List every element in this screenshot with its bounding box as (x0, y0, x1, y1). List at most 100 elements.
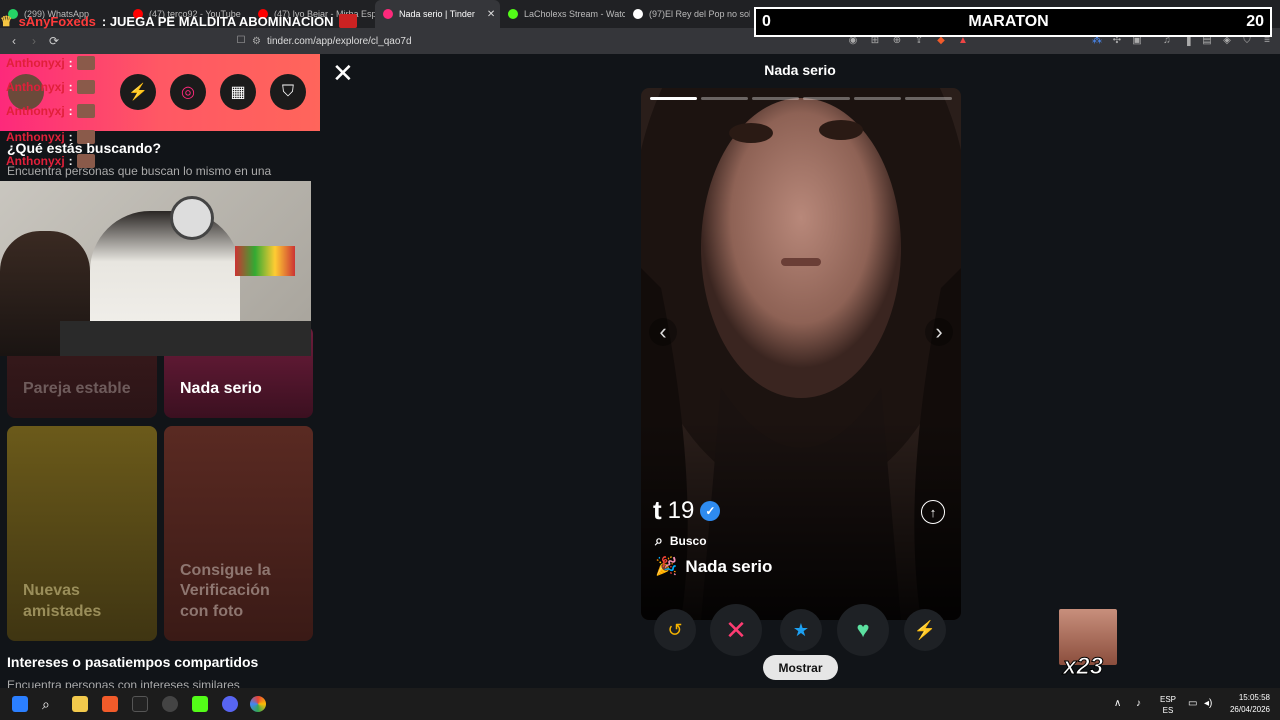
browser-tab[interactable]: (97)El Rey del Pop no solo (625, 0, 750, 28)
interests-subtitle: Encuentra personas con intereses similar… (7, 678, 240, 688)
profile-age: 19 (667, 496, 695, 524)
scoreboard-title: MARATON (968, 13, 1049, 30)
screen: (299) WhatsApp (47) terco92 - YouTube (47)… (0, 0, 1280, 720)
profile-name-line: t 19 ✓ (653, 495, 721, 526)
network-icon[interactable]: ▭ (1188, 696, 1204, 712)
brave-icon[interactable] (102, 696, 118, 712)
card-verificacion[interactable]: Consigue la Verificación con foto (164, 426, 313, 641)
chat-alert-user: sAnyFoxeds (18, 13, 96, 29)
webcam-toys (235, 246, 295, 276)
language-indicator[interactable]: ESP ES (1160, 694, 1176, 716)
browser-tab[interactable]: LaCholexs Stream - Watch (500, 0, 625, 28)
browser-tab[interactable]: Nada serio | Tinder ✕ (375, 0, 500, 28)
heart-icon: ♥ (856, 617, 870, 642)
chat-separator: : (68, 80, 73, 94)
discord-icon[interactable] (222, 696, 238, 712)
chevron-left-icon: ‹ (659, 319, 667, 344)
terminal-icon[interactable] (132, 696, 148, 712)
search-icon[interactable]: ⌕ (42, 696, 58, 712)
reload-icon[interactable]: ⟳ (44, 34, 64, 48)
tab-favicon-icon (508, 9, 518, 19)
super-like-button[interactable]: ★ (780, 609, 822, 651)
windows-start-icon[interactable] (12, 696, 28, 712)
like-button[interactable]: ♥ (837, 604, 889, 656)
emote-icon (76, 80, 95, 94)
safety-button[interactable]: ⛉ (270, 74, 306, 110)
photo-progress-segment[interactable] (854, 97, 901, 100)
marathon-scoreboard: 0 MARATON 20 (754, 7, 1272, 37)
chrome-icon[interactable] (250, 696, 266, 712)
photo-progress-segment[interactable] (803, 97, 850, 100)
emote-icon (76, 56, 95, 70)
compass-icon: ◎ (181, 84, 195, 101)
card-label: Pareja estable (23, 380, 131, 398)
briefcase-icon: ▦ (230, 84, 246, 101)
prev-photo-button[interactable]: ‹ (649, 318, 677, 346)
section-subtitle: Encuentra personas que buscan lo mismo e… (7, 164, 272, 178)
boost-button[interactable]: ⚡ (120, 74, 156, 110)
chat-line: Anthonyxj: (6, 104, 95, 118)
looking-for-value: Nada serio (685, 556, 773, 576)
volume-icon[interactable]: ◂) (1204, 696, 1220, 712)
chat-separator: : (68, 104, 73, 118)
photo-progress-segment[interactable] (650, 97, 697, 100)
stream-emote-overlay: x23 (1059, 609, 1117, 681)
open-profile-button[interactable]: ↑ (921, 500, 945, 524)
back-icon[interactable]: ‹ (4, 34, 24, 48)
photo-progress-segment[interactable] (701, 97, 748, 100)
windows-taskbar: ⌕ ∧ ♪ ESP ES ▭ ◂) 15:05:58 26/04/2026 (0, 688, 1280, 720)
tab-label: (97)El Rey del Pop no solo (649, 9, 750, 19)
card-label: Nada serio (180, 380, 262, 398)
file-explorer-icon[interactable] (72, 696, 88, 712)
tray-overflow-icon[interactable]: ∧ (1114, 696, 1130, 712)
section-title: ¿Qué estás buscando? (7, 140, 162, 156)
tab-favicon-icon (383, 9, 393, 19)
rewind-button[interactable]: ↺ (654, 609, 696, 651)
streamer-webcam (0, 181, 311, 356)
tab-favicon-icon (633, 9, 643, 19)
bolt-icon: ⚡ (128, 84, 148, 101)
chevron-right-icon: › (935, 319, 943, 344)
card-label: Nuevas amistades (23, 582, 102, 621)
explore-button[interactable]: ◎ (170, 74, 206, 110)
clock-time: 15:05:58 (1238, 693, 1270, 702)
kick-icon[interactable] (192, 696, 208, 712)
profile-card[interactable]: ‹ › t 19 ✓ ↑ ⌕ Busco 🎉 Nada serio (641, 88, 961, 620)
obs-icon[interactable] (162, 696, 178, 712)
profile-name: t (653, 495, 662, 525)
clock[interactable]: 15:05:58 26/04/2026 (1230, 692, 1270, 716)
work-mode-button[interactable]: ▦ (220, 74, 256, 110)
x-icon: ✕ (725, 614, 747, 645)
boost-action-button[interactable]: ⚡ (904, 609, 946, 651)
photo-progress-segment[interactable] (752, 97, 799, 100)
nope-button[interactable]: ✕ (710, 604, 762, 656)
rewind-icon: ↺ (667, 619, 683, 640)
crown-icon: ♛ (0, 12, 13, 29)
chat-user: Anthonyxj (6, 56, 65, 70)
score-right: 20 (1246, 13, 1264, 30)
card-nuevas-amistades[interactable]: Nuevas amistades (7, 426, 157, 641)
show-button[interactable]: Mostrar (763, 655, 838, 680)
chat-line: Anthonyxj: (6, 80, 95, 94)
tinder-sidebar: ⚡ ◎ ▦ ⛉ Anthonyxj: Anthonyxj: Anthonyxj: An… (0, 54, 320, 688)
chat-user: Anthonyxj (6, 104, 65, 118)
tab-label: LaCholexs Stream - Watch (524, 9, 625, 19)
webcam-fan (170, 196, 214, 240)
bookmark-icon[interactable]: ☐ (234, 34, 248, 48)
site-info-icon[interactable]: ⚙ (252, 36, 261, 47)
photo-progress-segment[interactable] (905, 97, 952, 100)
emote-count: x23 (1062, 653, 1104, 681)
emote-icon (339, 14, 358, 28)
stream-chat-alert: ♛ sAnyFoxeds : JUEGA PE MALDITA ABOMINAC… (0, 11, 358, 31)
bolt-icon: ⚡ (913, 619, 937, 640)
microphone-icon[interactable]: ♪ (1136, 696, 1152, 712)
chat-line: Anthonyxj: (6, 56, 95, 70)
forward-icon[interactable]: › (24, 34, 44, 48)
tab-close-icon[interactable]: ✕ (487, 9, 495, 20)
card-label: Consigue la Verificación con foto (180, 561, 271, 621)
url-text: tinder.com/app/explore/cl_qao7d (266, 35, 412, 47)
busco-row: ⌕ Busco (655, 532, 707, 549)
score-left: 0 (762, 13, 771, 30)
chat-user: Anthonyxj (6, 80, 65, 94)
next-photo-button[interactable]: › (925, 318, 953, 346)
